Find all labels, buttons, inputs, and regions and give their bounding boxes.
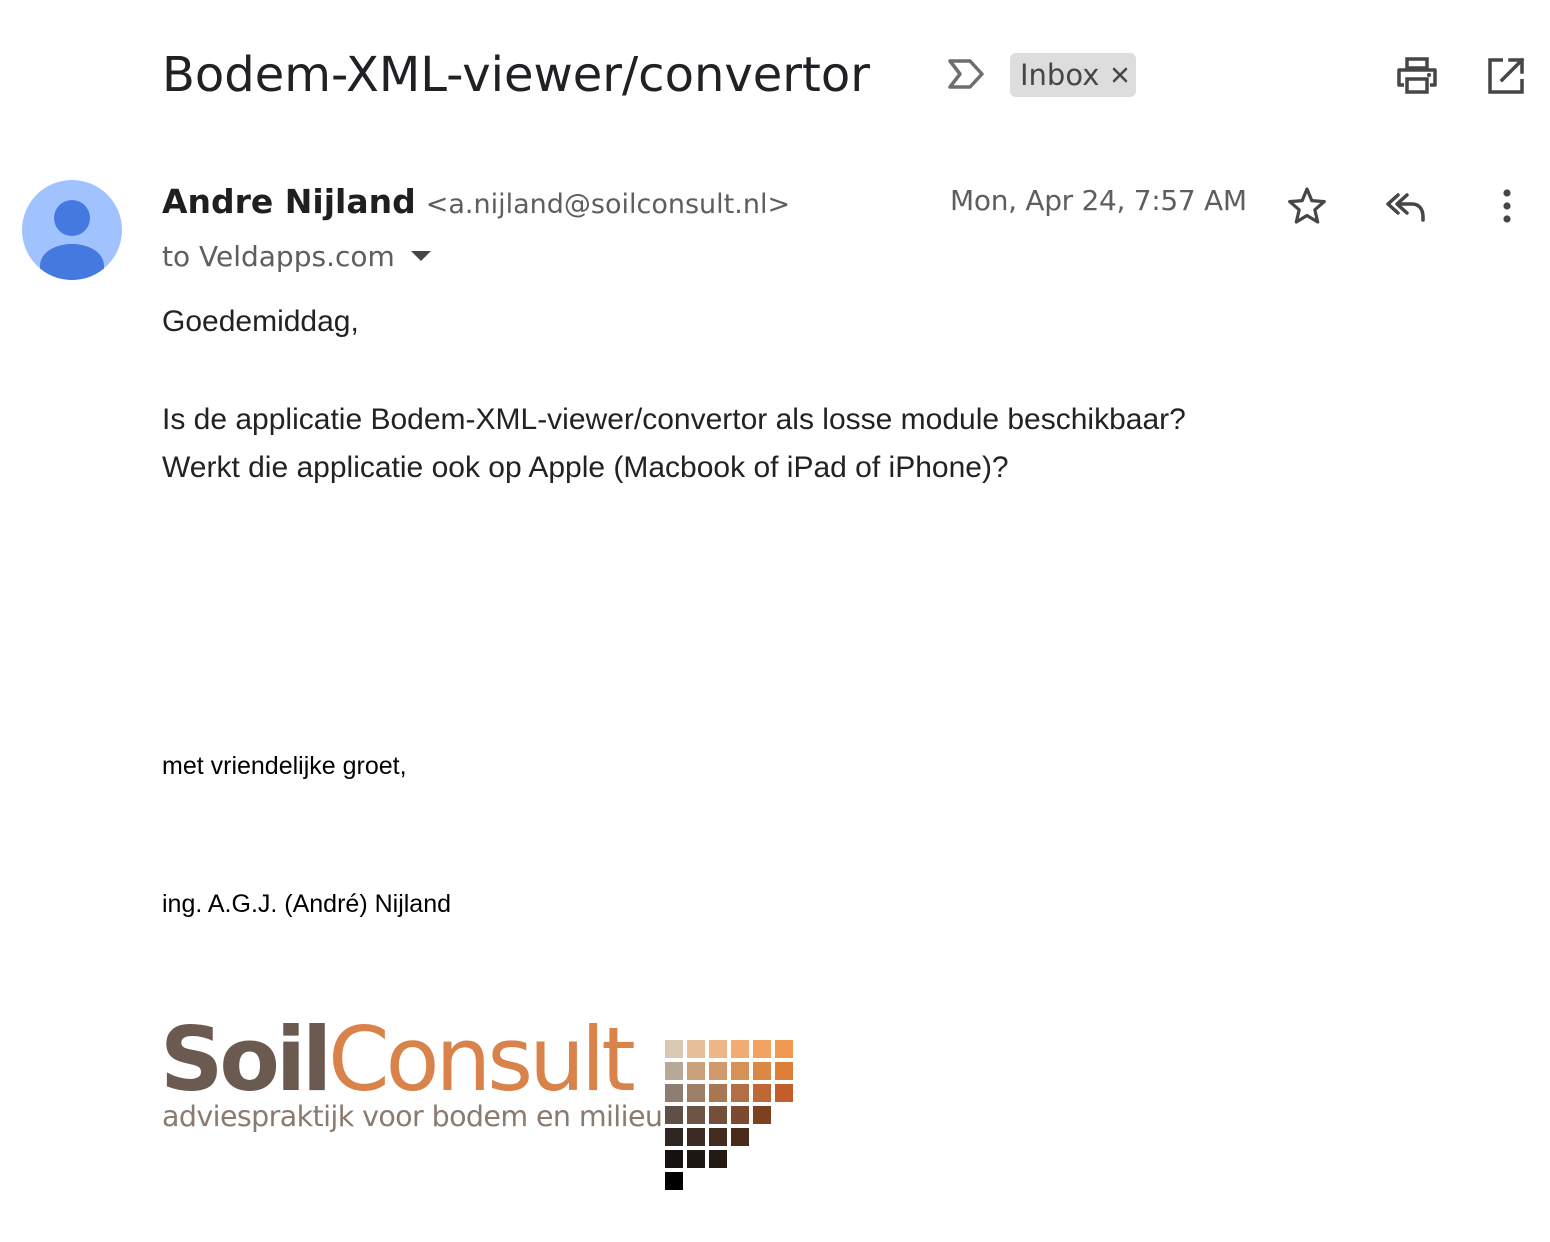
star-button[interactable]	[1283, 182, 1331, 230]
body-line-2: Werkt die applicatie ook op Apple (Macbo…	[162, 451, 1009, 484]
logo-grid-cell	[665, 1150, 683, 1168]
email-date: Mon, Apr 24, 7:57 AM	[950, 184, 1247, 217]
logo-grid-cell	[665, 1040, 683, 1058]
recipient-details-toggle[interactable]: to Veldapps.com	[162, 234, 433, 278]
logo-grid-cell	[775, 1084, 793, 1102]
logo-grid-cell	[687, 1084, 705, 1102]
logo-grid-cell	[753, 1084, 771, 1102]
caret-down-icon[interactable]	[409, 244, 433, 268]
more-options-button[interactable]	[1483, 182, 1531, 230]
logo-grid-cell	[687, 1040, 705, 1058]
importance-marker-icon[interactable]	[944, 56, 988, 92]
avatar[interactable]	[22, 180, 122, 280]
svg-text:SoilConsult: SoilConsult	[160, 1010, 634, 1111]
reply-all-button[interactable]	[1382, 182, 1430, 230]
logo-grid-cell	[709, 1040, 727, 1058]
logo-grid-cell	[687, 1106, 705, 1124]
logo-grid-cell	[731, 1128, 749, 1146]
logo-grid-cell	[709, 1062, 727, 1080]
logo-color-grid	[665, 1040, 793, 1190]
logo-grid-cell	[687, 1128, 705, 1146]
logo-grid-cell	[665, 1106, 683, 1124]
logo-grid-cell	[687, 1150, 705, 1168]
reply-all-icon	[1386, 193, 1425, 222]
logo-tagline: adviespraktijk voor bodem en milieu	[162, 1100, 662, 1133]
email-subject: Bodem-XML-viewer/convertor	[162, 47, 870, 103]
logo-grid-cell	[665, 1062, 683, 1080]
logo-grid-cell	[753, 1106, 771, 1124]
sender-line: Andre Nijland <a.nijland@soilconsult.nl>	[162, 182, 790, 228]
logo-word-consult: Consult	[328, 1010, 634, 1111]
logo-grid-cell	[665, 1172, 683, 1190]
logo-grid-cell	[709, 1106, 727, 1124]
body-line-1: Is de applicatie Bodem-XML-viewer/conver…	[162, 403, 1186, 436]
logo-grid-cell	[665, 1128, 683, 1146]
logo-grid-cell	[775, 1062, 793, 1080]
soilconsult-logo: SoilConsult adviespraktijk voor bodem en…	[160, 1010, 793, 1190]
logo-grid-cell	[731, 1040, 749, 1058]
close-icon[interactable]	[1109, 64, 1131, 86]
open-in-new-window-icon	[1488, 57, 1525, 94]
print-icon	[1397, 57, 1437, 94]
logo-grid-cell	[753, 1062, 771, 1080]
body-greeting: Goedemiddag,	[162, 305, 359, 338]
logo-grid-cell	[731, 1062, 749, 1080]
signature-closing: met vriendelijke groet,	[162, 752, 407, 780]
logo-word-soil: Soil	[160, 1010, 328, 1111]
label-chip-text: Inbox	[1020, 58, 1100, 92]
logo-grid-cell	[731, 1106, 749, 1124]
logo-grid-cell	[687, 1062, 705, 1080]
label-chip-inbox[interactable]: Inbox	[1010, 53, 1136, 97]
recipient-text: to Veldapps.com	[162, 239, 395, 273]
open-in-new-window-button[interactable]	[1482, 52, 1530, 100]
sender-email: <a.nijland@soilconsult.nl>	[425, 189, 791, 220]
print-button[interactable]	[1393, 52, 1441, 100]
logo-grid-cell	[709, 1150, 727, 1168]
logo-grid-cell	[665, 1084, 683, 1102]
logo-grid-cell	[731, 1084, 749, 1102]
signature-name: ing. A.G.J. (André) Nijland	[162, 890, 452, 918]
logo-grid-cell	[709, 1084, 727, 1102]
logo-grid-cell	[775, 1040, 793, 1058]
logo-grid-cell	[709, 1128, 727, 1146]
person-icon	[40, 200, 104, 280]
logo-grid-cell	[753, 1040, 771, 1058]
sender-name[interactable]: Andre Nijland	[162, 182, 416, 221]
more-vertical-icon	[1503, 189, 1511, 223]
star-icon	[1288, 187, 1326, 224]
